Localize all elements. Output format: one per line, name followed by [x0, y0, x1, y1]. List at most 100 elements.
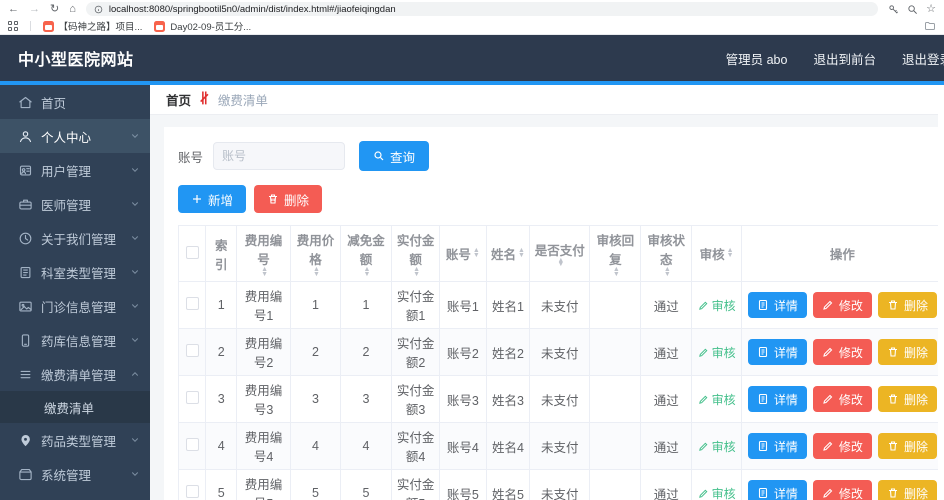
detail-doc-icon: [758, 346, 767, 358]
edit-button[interactable]: 修改: [812, 292, 872, 318]
column-header[interactable]: 审核状态 ▲ ▼: [640, 225, 693, 282]
audit-link[interactable]: 审核: [698, 485, 736, 500]
add-button[interactable]: 新增: [178, 185, 247, 213]
address-bar[interactable]: localhost:8080/springbootil5n0/admin/dis…: [85, 2, 879, 16]
forward-icon[interactable]: →: [29, 3, 40, 15]
audit-link[interactable]: 审核: [698, 344, 736, 361]
sort-caret-icon[interactable]: ▲ ▼: [413, 266, 420, 278]
bookmark-star-icon[interactable]: ☆: [926, 3, 936, 15]
cell-paid: 实付金额2: [390, 328, 441, 376]
sort-caret-icon[interactable]: ▲ ▼: [518, 247, 525, 259]
detail-button[interactable]: 详情: [747, 292, 807, 318]
detail-button[interactable]: 详情: [747, 433, 807, 459]
cell-fee-no: 费用编号4: [236, 422, 291, 470]
home-nav-icon[interactable]: ⌂: [69, 3, 76, 15]
sort-caret-icon[interactable]: ▲ ▼: [613, 266, 620, 278]
row-checkbox[interactable]: [185, 297, 199, 310]
edit-pencil-icon: [823, 300, 833, 310]
sidebar-item-11[interactable]: 系统管理: [0, 457, 150, 491]
remove-button[interactable]: 删除: [877, 292, 937, 318]
detail-doc-icon: [758, 487, 767, 499]
remove-button[interactable]: 删除: [877, 339, 937, 365]
audit-link[interactable]: 审核: [698, 438, 736, 455]
sort-caret-icon[interactable]: ▲ ▼: [261, 266, 268, 278]
chevron-down-icon: [132, 236, 138, 240]
row-checkbox[interactable]: [185, 438, 199, 451]
column-header[interactable]: 费用价格 ▲ ▼: [289, 225, 341, 282]
sidebar-item-1[interactable]: 首页: [0, 85, 150, 119]
column-header[interactable]: 姓名 ▲ ▼: [485, 225, 531, 282]
audit-link[interactable]: 审核: [698, 391, 736, 408]
column-header[interactable]: 审核 ▲ ▼: [691, 225, 742, 282]
column-header[interactable]: 账号 ▲ ▼: [439, 225, 487, 282]
back-icon[interactable]: ←: [8, 3, 19, 15]
column-header[interactable]: 费用编号 ▲ ▼: [236, 225, 291, 282]
sidebar-item-3[interactable]: 用户管理: [0, 153, 150, 187]
cell-fee-no: 费用编号1: [236, 281, 291, 329]
bookmark-item[interactable]: Day02-09-员工分...: [154, 19, 251, 33]
column-header[interactable]: 减免金额 ▲ ▼: [339, 225, 392, 282]
sidebar-item-10[interactable]: 药品类型管理: [0, 423, 150, 457]
apps-grid-icon[interactable]: [8, 21, 18, 31]
sidebar-item-4[interactable]: 医师管理: [0, 187, 150, 221]
cell-is-paid: 未支付: [529, 281, 591, 329]
logout-button[interactable]: 退出登录: [902, 49, 944, 68]
account-search-input[interactable]: [213, 142, 346, 170]
detail-button[interactable]: 详情: [747, 339, 807, 365]
sidebar-item-6[interactable]: 科室类型管理: [0, 255, 150, 289]
sort-caret-icon[interactable]: ▲ ▼: [727, 247, 734, 259]
exit-to-front-button[interactable]: 退出到前台: [813, 49, 876, 68]
admin-user-label[interactable]: 管理员 abo: [726, 49, 788, 68]
sidebar-subitem[interactable]: 缴费清单: [0, 391, 150, 423]
column-header: 操作: [740, 225, 944, 282]
breadcrumb-divider-icon: ∦: [199, 92, 210, 107]
sidebar-item-2[interactable]: 个人中心: [0, 119, 150, 153]
breadcrumb-home-link[interactable]: 首页: [166, 90, 191, 109]
edit-button[interactable]: 修改: [812, 480, 872, 500]
sidebar-item-label: 首页: [41, 96, 67, 111]
edit-button[interactable]: 修改: [812, 339, 872, 365]
image-icon: [18, 299, 33, 314]
sort-caret-icon[interactable]: ▲ ▼: [364, 266, 371, 278]
site-info-icon[interactable]: [94, 5, 103, 14]
cell-price: 2: [289, 328, 341, 376]
trash-icon: [888, 394, 897, 404]
sidebar-item-7[interactable]: 门诊信息管理: [0, 289, 150, 323]
bookmarks-folder-icon[interactable]: [924, 20, 936, 32]
reload-icon[interactable]: ↻: [50, 3, 59, 15]
cell-is-paid: 未支付: [529, 328, 591, 376]
sidebar-item-label: 药品类型管理: [41, 434, 117, 449]
password-key-icon[interactable]: [888, 4, 899, 15]
delete-button[interactable]: 删除: [254, 185, 323, 213]
query-button[interactable]: 查询: [359, 141, 430, 171]
column-header[interactable]: 实付金额 ▲ ▼: [390, 225, 441, 282]
sort-caret-icon[interactable]: ▲ ▼: [473, 247, 480, 259]
sidebar-item-8[interactable]: 药库信息管理: [0, 323, 150, 357]
sidebar-item-label: 科室类型管理: [41, 266, 117, 281]
column-header[interactable]: 审核回复 ▲ ▼: [589, 225, 642, 282]
home-icon: [18, 95, 33, 110]
remove-button[interactable]: 删除: [877, 480, 937, 500]
sidebar-item-5[interactable]: 关于我们管理: [0, 221, 150, 255]
sort-caret-icon[interactable]: ▲ ▼: [664, 266, 671, 278]
page-scrollbar[interactable]: [938, 86, 944, 500]
column-header[interactable]: 是否支付 ▲ ▼: [529, 225, 591, 282]
row-checkbox[interactable]: [185, 344, 199, 357]
row-checkbox[interactable]: [185, 391, 199, 404]
zoom-icon[interactable]: [907, 4, 918, 15]
audit-link[interactable]: 审核: [698, 297, 736, 314]
select-all-checkbox[interactable]: [185, 245, 199, 259]
detail-button[interactable]: 详情: [747, 480, 807, 500]
sort-caret-icon[interactable]: ▲ ▼: [557, 257, 564, 269]
trash-icon: [888, 488, 897, 498]
detail-button[interactable]: 详情: [747, 386, 807, 412]
row-checkbox[interactable]: [185, 485, 199, 498]
cell-discount: 2: [339, 328, 392, 376]
bookmark-item[interactable]: 【码神之路】项目...: [42, 19, 142, 33]
remove-button[interactable]: 删除: [877, 386, 937, 412]
edit-button[interactable]: 修改: [812, 433, 872, 459]
remove-button[interactable]: 删除: [877, 433, 937, 459]
edit-button[interactable]: 修改: [812, 386, 872, 412]
sort-caret-icon[interactable]: ▲ ▼: [313, 266, 320, 278]
sidebar-item-9[interactable]: 缴费清单管理: [0, 357, 150, 391]
